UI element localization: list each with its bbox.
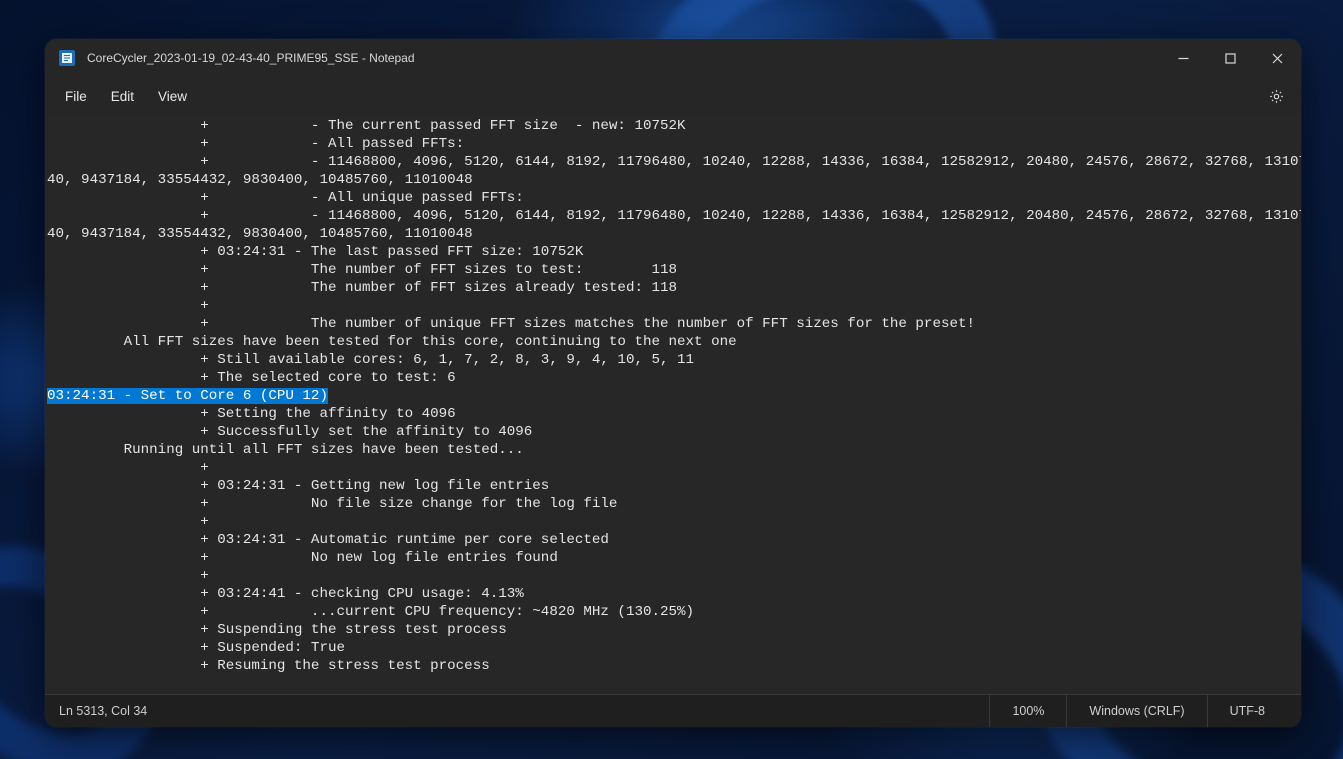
titlebar[interactable]: CoreCycler_2023-01-19_02-43-40_PRIME95_S…	[45, 39, 1301, 77]
log-line: 40, 9437184, 33554432, 9830400, 10485760…	[47, 172, 473, 188]
log-line: + - 11468800, 4096, 5120, 6144, 8192, 11…	[47, 154, 1301, 170]
maximize-button[interactable]	[1207, 39, 1254, 77]
log-line: +	[47, 460, 217, 476]
line-ending[interactable]: Windows (CRLF)	[1066, 695, 1206, 727]
menu-view[interactable]: View	[146, 83, 199, 110]
log-line: + The number of unique FFT sizes matches…	[47, 316, 975, 332]
log-line: 40, 9437184, 33554432, 9830400, 10485760…	[47, 226, 473, 242]
log-line: + ...current CPU frequency: ~4820 MHz (1…	[47, 604, 694, 620]
log-line: All FFT sizes have been tested for this …	[47, 334, 737, 350]
window-title: CoreCycler_2023-01-19_02-43-40_PRIME95_S…	[87, 51, 1160, 65]
menu-edit[interactable]: Edit	[99, 83, 146, 110]
gear-icon	[1268, 88, 1285, 105]
statusbar: Ln 5313, Col 34 100% Windows (CRLF) UTF-…	[45, 694, 1301, 727]
encoding[interactable]: UTF-8	[1207, 695, 1287, 727]
log-line: + 03:24:31 - Automatic runtime per core …	[47, 532, 609, 548]
log-line: Running until all FFT sizes have been te…	[47, 442, 524, 458]
window-controls	[1160, 39, 1301, 77]
close-button[interactable]	[1254, 39, 1301, 77]
log-line: + No new log file entries found	[47, 550, 558, 566]
zoom-level[interactable]: 100%	[989, 695, 1066, 727]
menu-file[interactable]: File	[53, 83, 99, 110]
text-editor[interactable]: + - The current passed FFT size - new: 1…	[45, 115, 1301, 694]
log-line: +	[47, 568, 217, 584]
log-line: + Still available cores: 6, 1, 7, 2, 8, …	[47, 352, 694, 368]
notepad-icon	[59, 50, 75, 66]
log-line: + No file size change for the log file	[47, 496, 617, 512]
log-line: + The number of FFT sizes already tested…	[47, 280, 677, 296]
log-line: + Suspending the stress test process	[47, 622, 507, 638]
log-line: + Successfully set the affinity to 4096	[47, 424, 532, 440]
log-line: + Suspended: True	[47, 640, 345, 656]
log-line: + - All unique passed FFTs:	[47, 190, 524, 206]
log-line: + 03:24:31 - The last passed FFT size: 1…	[47, 244, 583, 260]
log-line: + - All passed FFTs:	[47, 136, 464, 152]
document-content[interactable]: + - The current passed FFT size - new: 1…	[47, 117, 1301, 675]
cursor-position: Ln 5313, Col 34	[59, 704, 989, 718]
log-line: + - The current passed FFT size - new: 1…	[47, 118, 686, 134]
log-line: + The selected core to test: 6	[47, 370, 456, 386]
settings-button[interactable]	[1259, 79, 1293, 113]
log-line: +	[47, 514, 217, 530]
log-line: + Resuming the stress test process	[47, 658, 490, 674]
minimize-button[interactable]	[1160, 39, 1207, 77]
log-line: + Setting the affinity to 4096	[47, 406, 456, 422]
log-line: + 03:24:41 - checking CPU usage: 4.13%	[47, 586, 524, 602]
menubar: File Edit View	[45, 77, 1301, 115]
notepad-window: CoreCycler_2023-01-19_02-43-40_PRIME95_S…	[45, 39, 1301, 727]
log-line: + 03:24:31 - Getting new log file entrie…	[47, 478, 549, 494]
log-line: +	[47, 298, 217, 314]
log-line: + The number of FFT sizes to test: 118	[47, 262, 677, 278]
selected-text: 03:24:31 - Set to Core 6 (CPU 12)	[47, 388, 328, 404]
log-line: + - 11468800, 4096, 5120, 6144, 8192, 11…	[47, 208, 1301, 224]
